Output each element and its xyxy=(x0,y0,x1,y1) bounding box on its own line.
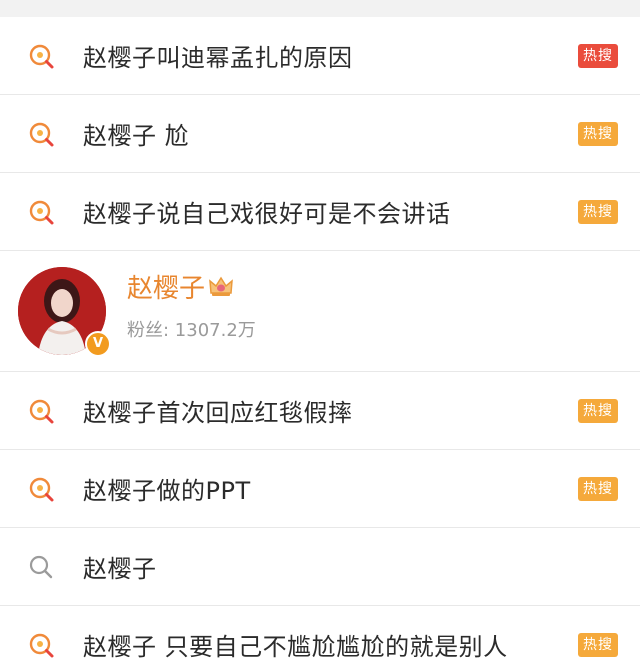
suggestion-row[interactable]: 赵樱子 xyxy=(0,528,640,606)
top-divider-strip xyxy=(0,0,640,17)
suggestion-text: 赵樱子 尬 xyxy=(83,122,190,150)
suggestion-text: 赵樱子说自己戏很好可是不会讲话 xyxy=(83,200,451,228)
suggestion-text: 赵樱子 xyxy=(83,555,157,583)
hot-badge: 热搜 xyxy=(578,398,618,423)
suggestion-text: 赵樱子做的PPT xyxy=(83,477,251,505)
user-name[interactable]: 赵樱子 xyxy=(127,268,205,305)
suggestion-row[interactable]: 赵樱子首次回应红毯假摔 热搜 xyxy=(0,372,640,450)
suggestion-row[interactable]: 赵樱子叫迪幂孟扎的原因 热搜 xyxy=(0,17,640,95)
hot-search-icon xyxy=(29,399,54,423)
hot-search-icon xyxy=(29,477,54,501)
suggestion-row[interactable]: 赵樱子 尬 热搜 xyxy=(0,95,640,173)
hot-badge: 热搜 xyxy=(578,121,618,146)
suggestion-row[interactable]: 赵樱子做的PPT 热搜 xyxy=(0,450,640,528)
suggestion-text: 赵樱子叫迪幂孟扎的原因 xyxy=(83,44,353,72)
fans-count: 粉丝: 1307.2万 xyxy=(127,320,256,341)
verified-badge-icon: V xyxy=(85,331,111,357)
crown-icon xyxy=(209,276,233,296)
suggestion-row[interactable]: 赵樱子说自己戏很好可是不会讲话 热搜 xyxy=(0,173,640,251)
hot-badge: 热搜 xyxy=(578,199,618,224)
suggestion-row[interactable]: 赵樱子 只要自己不尴尬尴尬的就是别人 热搜 xyxy=(0,606,640,669)
hot-search-icon xyxy=(29,633,54,657)
hot-search-icon xyxy=(29,44,54,68)
suggestion-text: 赵樱子 只要自己不尴尬尴尬的就是别人 xyxy=(83,633,508,661)
hot-search-icon xyxy=(29,122,54,146)
hot-badge: 热搜 xyxy=(578,476,618,501)
suggestion-text: 赵樱子首次回应红毯假摔 xyxy=(83,399,353,427)
hot-search-icon xyxy=(29,200,54,224)
hot-badge: 热搜 xyxy=(578,632,618,657)
hot-badge: 热搜 xyxy=(578,43,618,68)
search-icon xyxy=(29,555,53,578)
